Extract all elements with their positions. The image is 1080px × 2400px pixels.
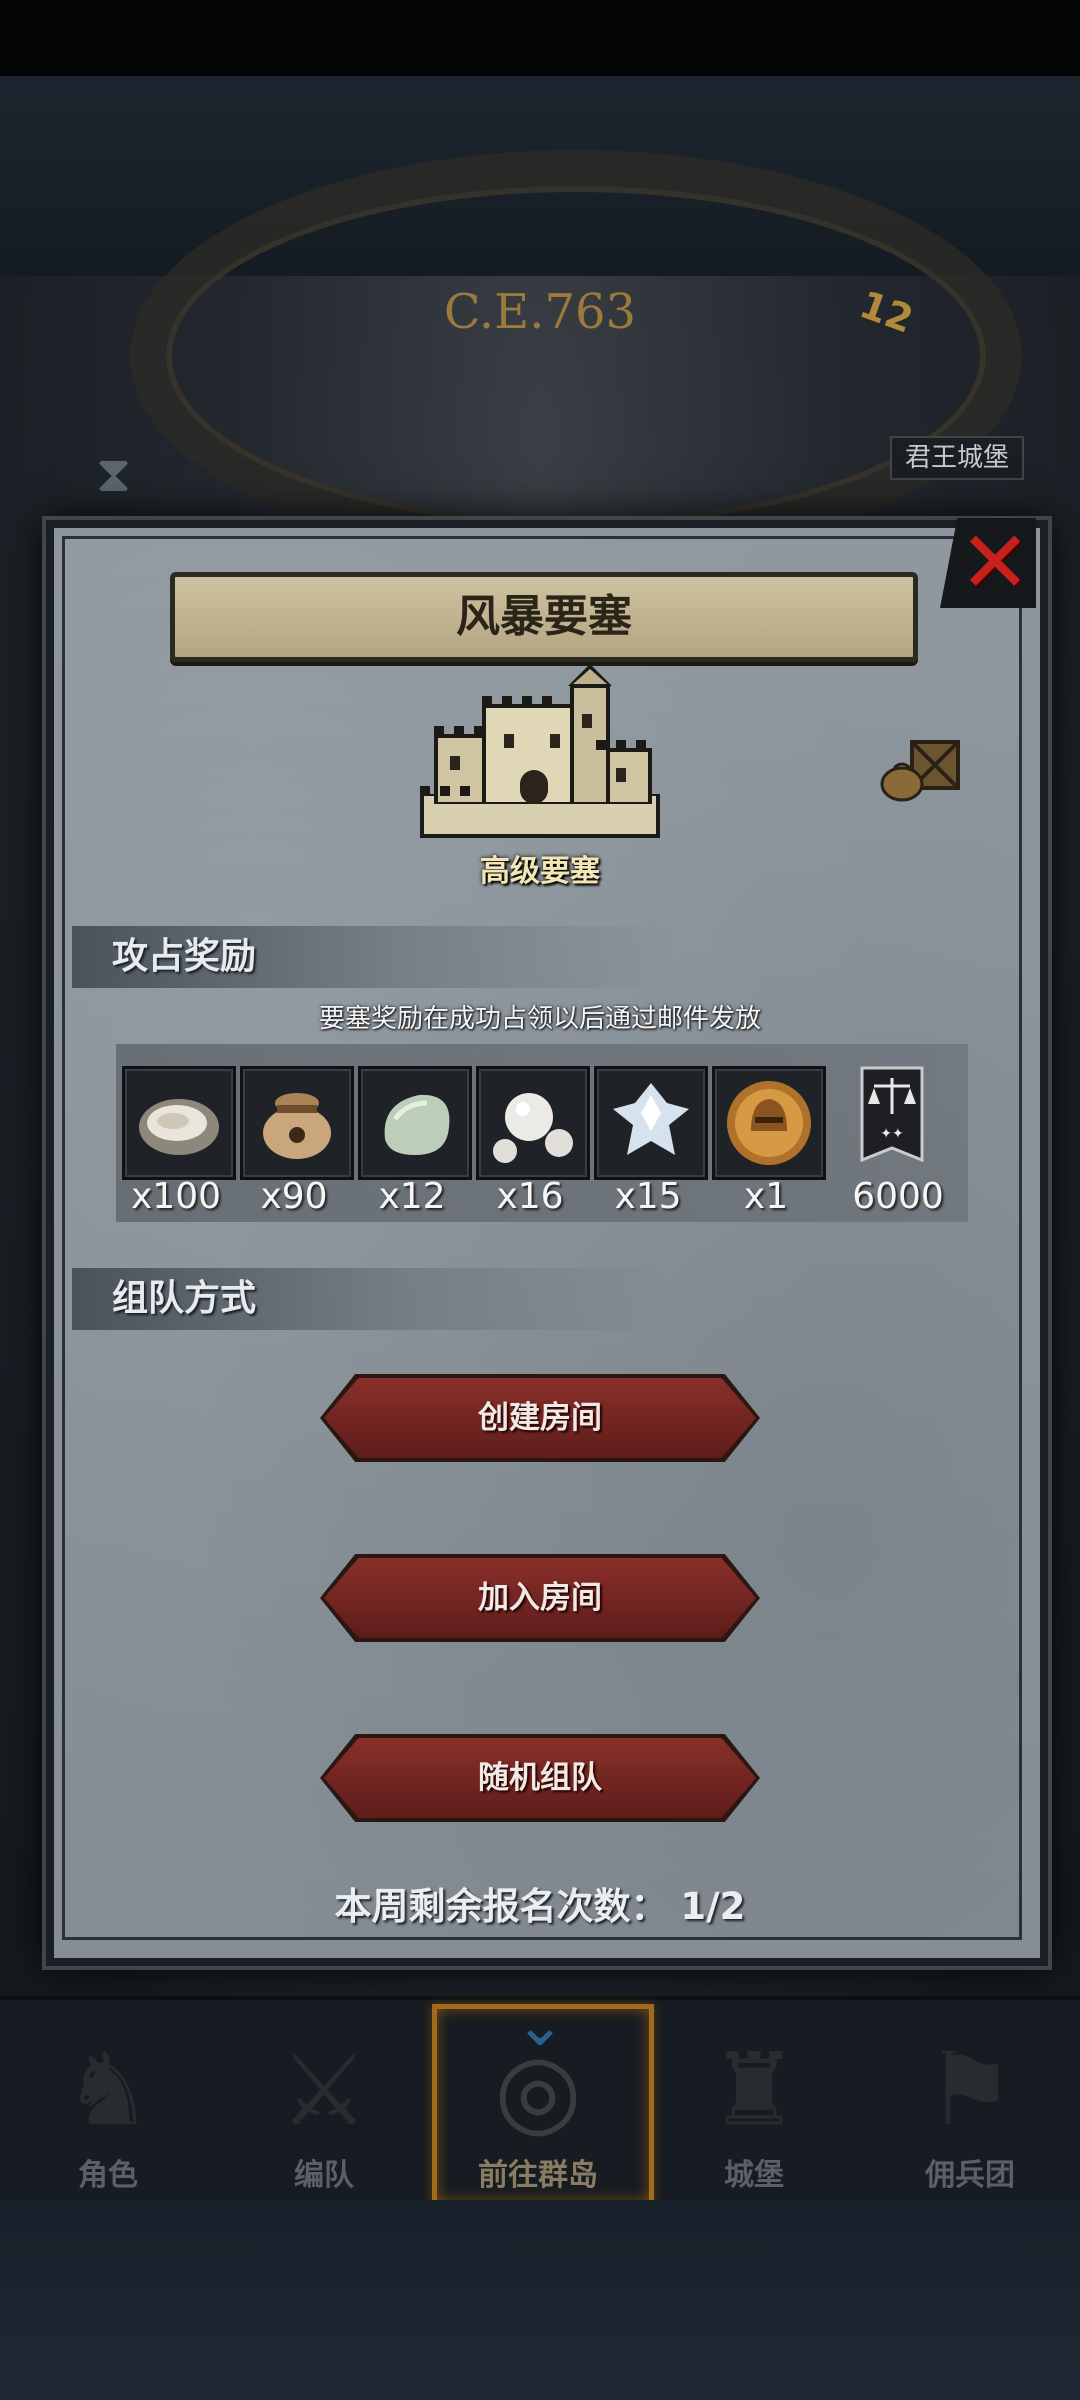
calendar-dial: [130, 150, 1022, 562]
weekly-signup-remaining: 本周剩余报名次数： 1/2: [334, 1885, 746, 1928]
close-icon: ✕: [958, 513, 1032, 613]
era-label: C.E.763: [443, 284, 637, 340]
nav-label: 前往群岛: [478, 2158, 598, 2193]
reward-section-title: 攻占奖励: [112, 936, 257, 977]
nav-label: 城堡: [724, 2158, 784, 2193]
reward-item-helmet-medal[interactable]: [712, 1066, 826, 1180]
svg-text:✦✦: ✦✦: [880, 1126, 904, 1142]
scales-banner-icon: ✦✦: [860, 1066, 924, 1163]
nav-label: 编队: [294, 2158, 354, 2193]
nav-label: 角色: [78, 2158, 138, 2193]
team-section-title: 组队方式: [112, 1278, 257, 1319]
bottom-background: [0, 2200, 1080, 2400]
reward-count: x1: [743, 1176, 789, 1217]
random-team-label[interactable]: 随机组队: [324, 1738, 756, 1818]
reward-item-crystal[interactable]: [594, 1066, 708, 1180]
globe-icon: ◎: [494, 2031, 582, 2148]
reward-count: 6000: [852, 1176, 944, 1217]
oyster-icon: [139, 1099, 219, 1155]
reward-item-oyster[interactable]: [122, 1066, 236, 1180]
knight-helmet-medal-icon: [727, 1081, 811, 1165]
fortress-icon: [420, 664, 660, 838]
character-icon: ♞: [63, 2031, 153, 2148]
create-room-label[interactable]: 创建房间: [324, 1378, 756, 1458]
reward-item-scales-banner[interactable]: ✦✦: [852, 1064, 932, 1172]
castle-side-label[interactable]: 君王城堡: [890, 436, 1024, 480]
formation-icon: ⚔: [279, 2031, 369, 2148]
pouch-icon: [263, 1093, 331, 1159]
pearls-icon: [493, 1093, 573, 1163]
reward-item-pouch[interactable]: [240, 1066, 354, 1180]
dialog-title: 风暴要塞: [456, 591, 632, 642]
fortress-level-label: 高级要塞: [480, 854, 600, 889]
loot-bag-box-icon[interactable]: [878, 734, 962, 804]
mercenary-icon: ⚑: [925, 2031, 1015, 2148]
reward-note: 要塞奖励在成功占领以后通过邮件发放: [318, 1004, 761, 1034]
reward-item-pearls[interactable]: [476, 1066, 590, 1180]
hourglass-icon[interactable]: ⧗: [96, 444, 140, 504]
join-room-label[interactable]: 加入房间: [324, 1558, 756, 1638]
crystal-icon: [613, 1083, 689, 1155]
jade-stone-icon: [384, 1094, 450, 1155]
castle-icon: ♜: [709, 2031, 799, 2148]
status-bar: [0, 0, 1080, 76]
nav-label: 佣兵团: [925, 2158, 1015, 2193]
reward-item-jade[interactable]: [358, 1066, 472, 1180]
